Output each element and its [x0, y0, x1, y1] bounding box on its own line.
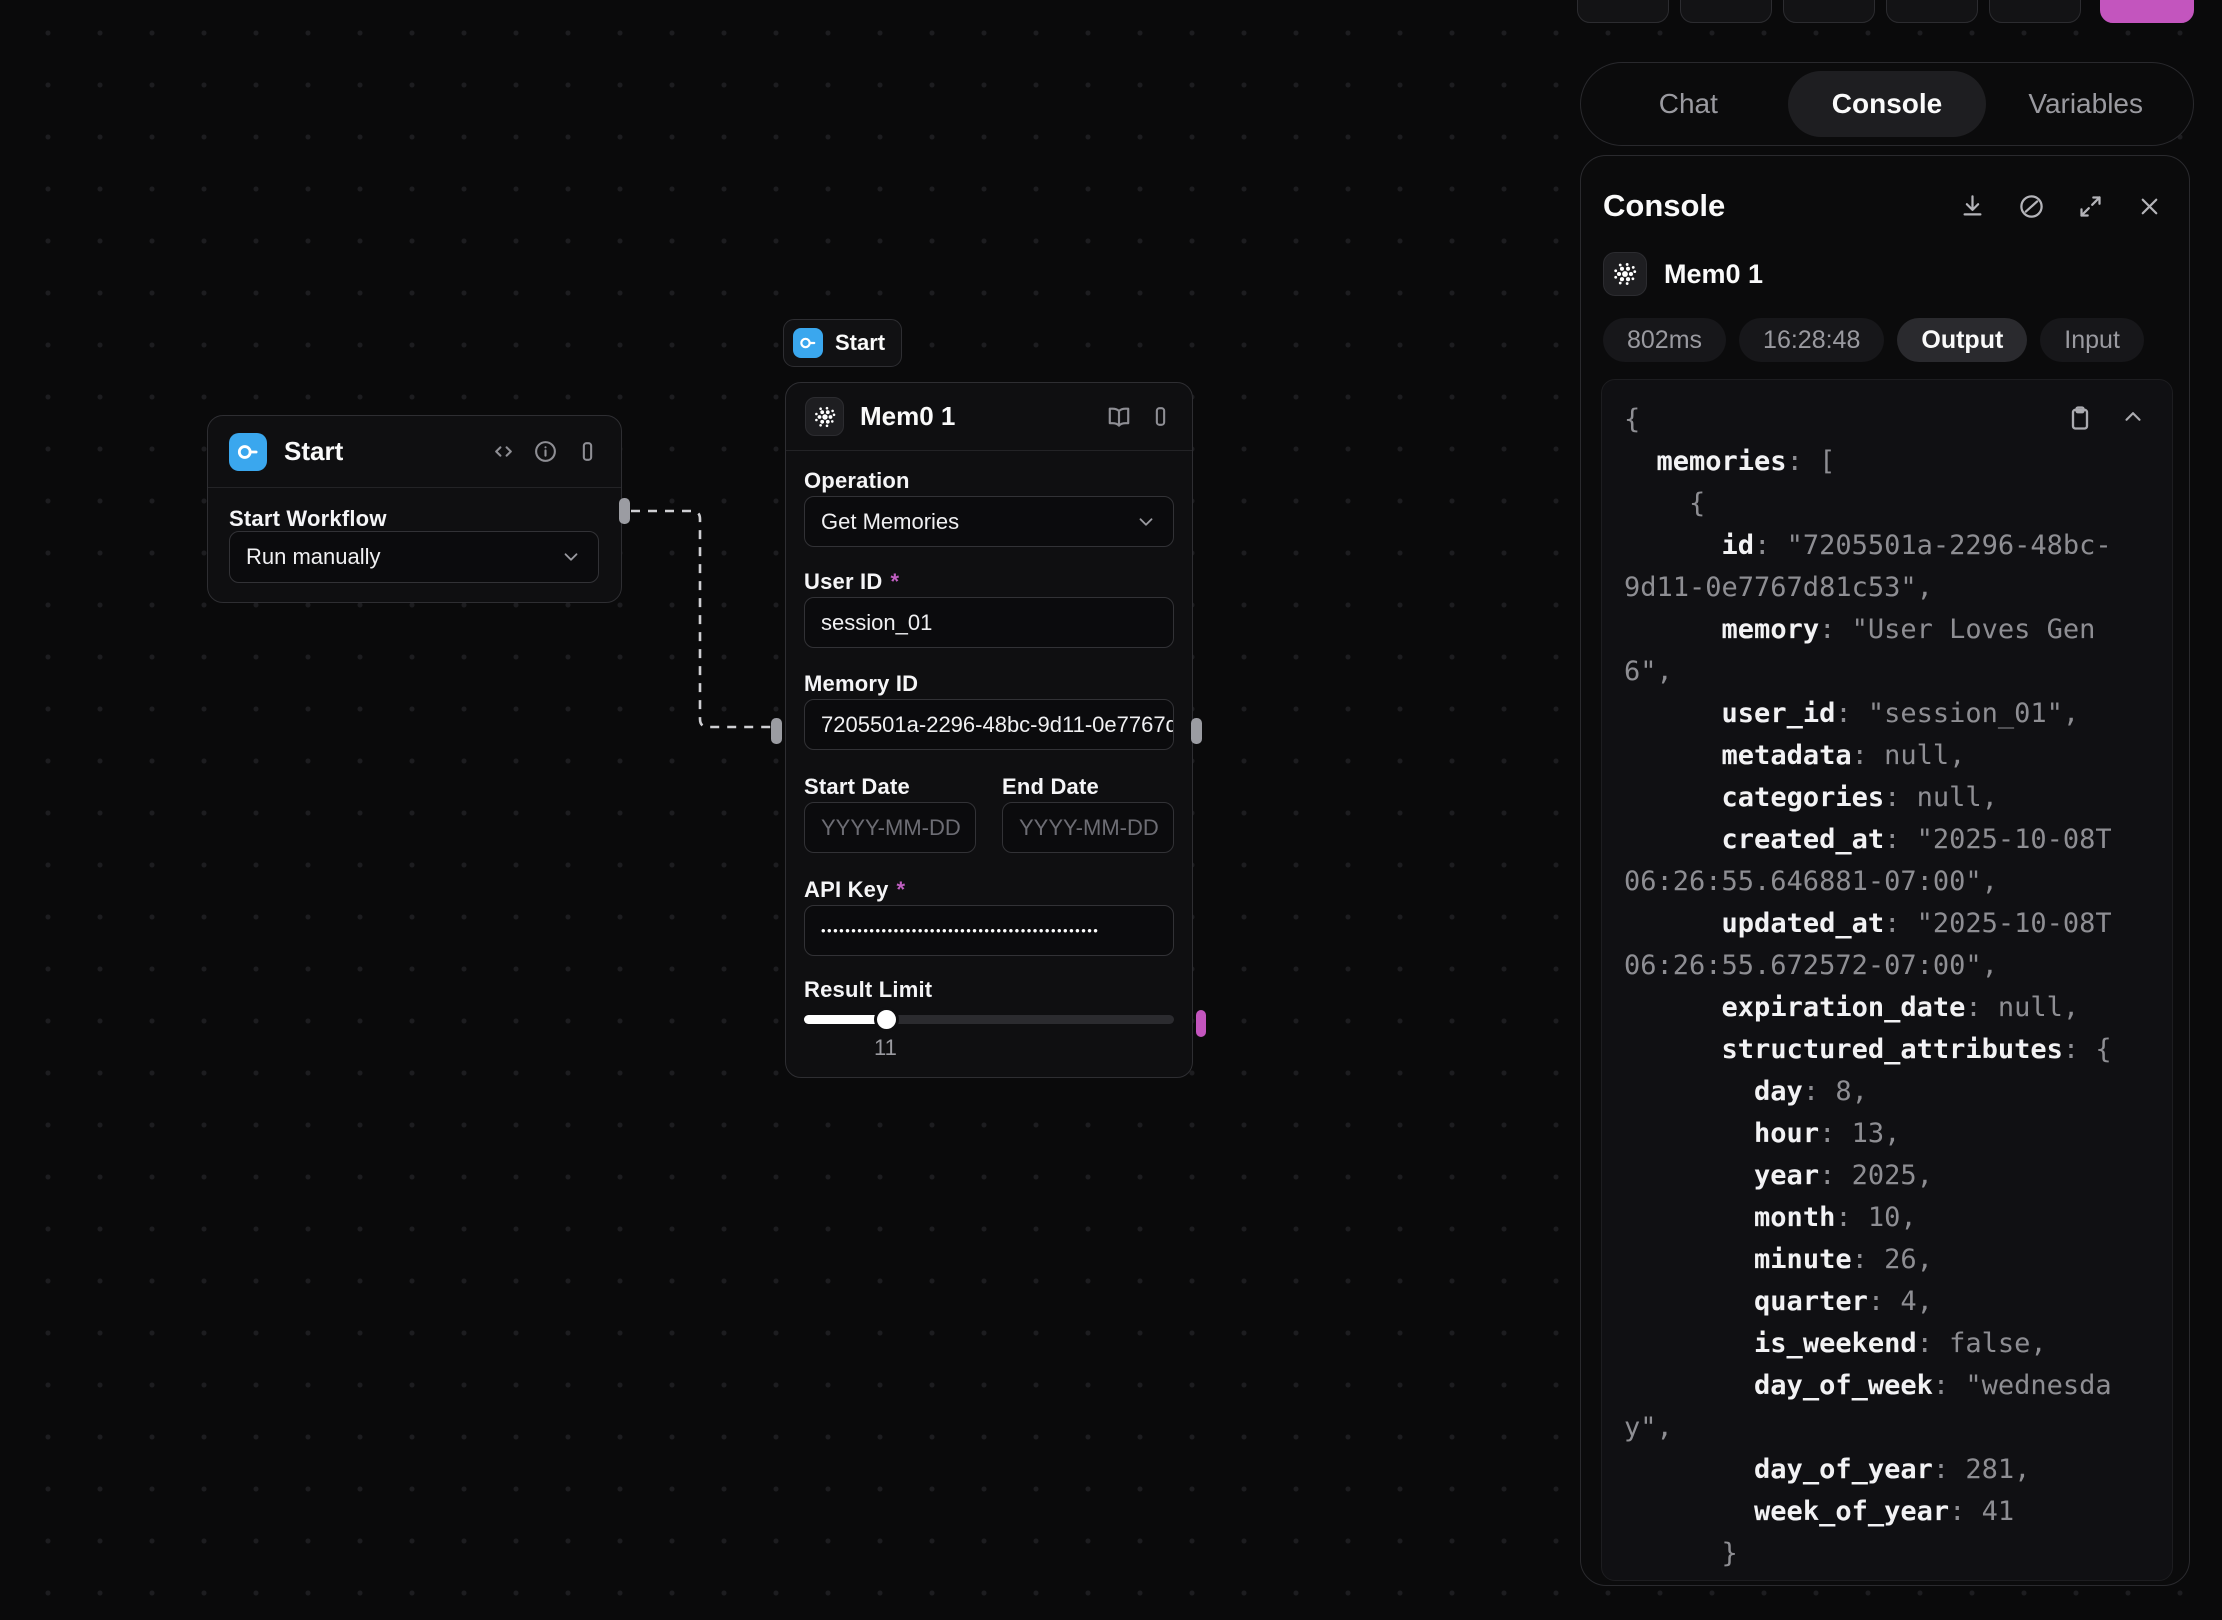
masked-api-key: ••••••••••••••••••••••••••••••••••••••••… — [821, 923, 1099, 938]
chevron-down-icon — [1135, 511, 1157, 533]
code-line: minute: 26, — [1624, 1239, 2120, 1281]
code-line: hour: 13, — [1624, 1113, 2120, 1155]
clear-console-icon[interactable] — [2018, 193, 2045, 220]
code-line: updated_at: "2025-10-08T06:26:55.672572-… — [1624, 903, 2120, 987]
view-tab-variables[interactable]: Variables — [1986, 71, 2185, 137]
memory-id-input[interactable]: 7205501a-2296-48bc-9d11-0e7767d81c53 — [804, 699, 1174, 750]
info-icon[interactable] — [533, 439, 558, 464]
duration-badge: 802ms — [1603, 318, 1726, 362]
toolbar-button[interactable] — [1886, 0, 1978, 23]
mem0-node-header[interactable]: Mem0 1 — [786, 383, 1192, 451]
toolbar-button[interactable] — [1680, 0, 1772, 23]
result-limit-label: Result Limit — [804, 977, 932, 1003]
user-id-input[interactable]: session_01 — [804, 597, 1174, 648]
code-line: created_at: "2025-10-08T06:26:55.646881-… — [1624, 819, 2120, 903]
mem0-output-port[interactable] — [1191, 718, 1202, 744]
code-line: quarter: 4, — [1624, 1281, 2120, 1323]
mem0-node[interactable]: Mem0 1 Operation Get Memories User ID * s… — [785, 382, 1193, 1078]
code-line: structured_attributes: { — [1624, 1029, 2120, 1071]
code-line: } — [1624, 1533, 2120, 1575]
io-tab-input[interactable]: Input — [2040, 318, 2144, 362]
start-workflow-select[interactable]: Run manually — [229, 531, 599, 583]
view-tab-chat[interactable]: Chat — [1589, 71, 1788, 137]
code-line: categories: null, — [1624, 777, 2120, 819]
mem0-input-port[interactable] — [771, 718, 782, 744]
workflow-editor: Start Start Workflow Run manually Start — [0, 0, 2222, 1620]
mem0-node-title: Mem0 1 — [860, 401, 1090, 432]
mem0-entry-icon — [1603, 252, 1647, 296]
code-line: metadata: null, — [1624, 735, 2120, 777]
console-entry-name: Mem0 1 — [1664, 259, 1763, 290]
collapse-chevron-icon[interactable] — [2120, 404, 2146, 432]
start-node-title: Start — [284, 436, 474, 467]
toolbar-primary-button[interactable] — [2100, 0, 2194, 23]
code-line: } — [1624, 1575, 2120, 1581]
expand-icon[interactable] — [2077, 193, 2104, 220]
code-line: is_weekend: false, — [1624, 1323, 2120, 1365]
code-line: id: "7205501a-2296-48bc-9d11-0e7767d81c5… — [1624, 525, 2120, 609]
copy-icon[interactable] — [2066, 404, 2094, 432]
docs-book-icon[interactable] — [1106, 404, 1132, 430]
start-node-header[interactable]: Start — [208, 416, 621, 488]
panel-toggle-icon[interactable] — [575, 439, 600, 464]
code-line: day_of_year: 281, — [1624, 1449, 2120, 1491]
code-line: user_id: "session_01", — [1624, 693, 2120, 735]
slider-thumb[interactable] — [874, 1007, 899, 1032]
operation-select[interactable]: Get Memories — [804, 496, 1174, 547]
timestamp-badge: 16:28:48 — [1739, 318, 1884, 362]
end-date-label: End Date — [1002, 774, 1099, 800]
code-line: year: 2025, — [1624, 1155, 2120, 1197]
code-line: expiration_date: null, — [1624, 987, 2120, 1029]
mem0-active-port[interactable] — [1196, 1010, 1206, 1037]
toolbar-button[interactable] — [1577, 0, 1669, 23]
start-badge-icon — [793, 328, 823, 358]
code-icon[interactable] — [491, 439, 516, 464]
console-entry[interactable]: Mem0 1 — [1581, 224, 2189, 296]
start-badge[interactable]: Start — [783, 319, 902, 367]
code-line: month: 10, — [1624, 1197, 2120, 1239]
view-tab-console[interactable]: Console — [1788, 71, 1987, 137]
end-date-input[interactable]: YYYY-MM-DD — [1002, 802, 1174, 853]
chevron-down-icon — [560, 546, 582, 568]
code-line: memories: [ — [1624, 441, 2120, 483]
start-node-output-port[interactable] — [619, 498, 630, 524]
start-workflow-label: Start Workflow — [229, 506, 387, 532]
required-asterisk: * — [890, 569, 899, 594]
toolbar-button[interactable] — [1989, 0, 2081, 23]
start-node[interactable]: Start Start Workflow Run manually — [207, 415, 622, 603]
mem0-node-icon — [805, 397, 844, 436]
view-tab-bar: ChatConsoleVariables — [1580, 62, 2194, 146]
console-panel-title: Console — [1603, 188, 1927, 224]
close-icon[interactable] — [2136, 193, 2163, 220]
code-line: { — [1624, 399, 2120, 441]
code-line: memory: "User Loves Gen 6", — [1624, 609, 2120, 693]
panel-toggle-icon[interactable] — [1148, 404, 1173, 429]
console-meta-row: 802ms 16:28:48 Output Input — [1581, 296, 2189, 362]
console-output-card: { memories: [ { id: "7205501a-2296-48bc-… — [1601, 379, 2173, 1581]
required-asterisk: * — [897, 877, 906, 902]
start-node-icon — [229, 433, 267, 471]
code-line: day: 8, — [1624, 1071, 2120, 1113]
memory-id-label: Memory ID — [804, 671, 918, 697]
io-tab-output[interactable]: Output — [1897, 318, 2027, 362]
result-limit-value: 11 — [874, 1035, 897, 1061]
console-code[interactable]: { memories: [ { id: "7205501a-2296-48bc-… — [1602, 380, 2120, 1581]
toolbar-button[interactable] — [1783, 0, 1875, 23]
user-id-label: User ID — [804, 569, 882, 594]
code-line: week_of_year: 41 — [1624, 1491, 2120, 1533]
download-icon[interactable] — [1959, 193, 1986, 220]
code-line: day_of_week: "wednesday", — [1624, 1365, 2120, 1449]
api-key-label: API Key — [804, 877, 889, 902]
start-date-input[interactable]: YYYY-MM-DD — [804, 802, 976, 853]
code-line: { — [1624, 483, 2120, 525]
start-badge-label: Start — [835, 330, 885, 356]
api-key-input[interactable]: ••••••••••••••••••••••••••••••••••••••••… — [804, 905, 1174, 956]
operation-label: Operation — [804, 468, 910, 494]
console-panel: Console Mem0 1 802ms 16:28:48 OutputInp — [1580, 155, 2190, 1586]
start-date-label: Start Date — [804, 774, 910, 800]
